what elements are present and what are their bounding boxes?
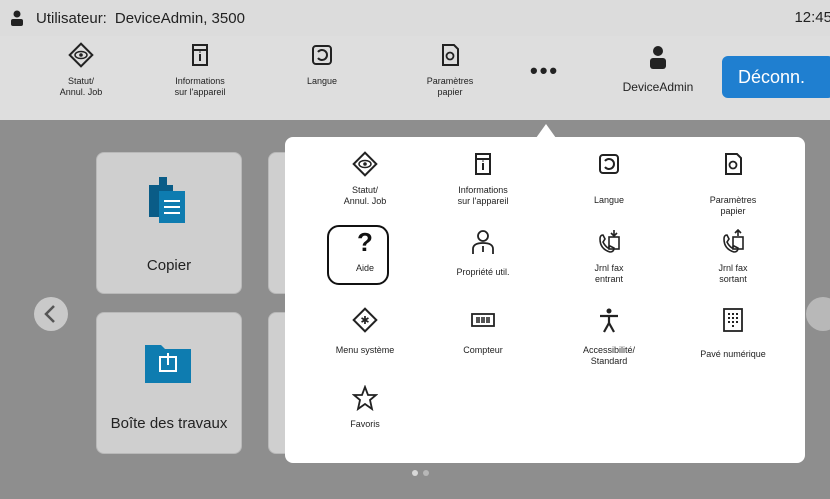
menu-item-language[interactable]: Langue xyxy=(549,151,669,206)
menu-item-label: Informations xyxy=(458,185,508,195)
menu-item-favorites[interactable]: Favoris xyxy=(305,385,425,430)
device-info-icon xyxy=(192,44,208,66)
toolbar-language[interactable]: Langue xyxy=(277,42,367,87)
menu-item-fax-in-log[interactable]: Jrnl fax entrant xyxy=(549,229,669,285)
chevron-left-icon xyxy=(44,305,55,323)
next-page-button[interactable] xyxy=(806,297,830,331)
popup-pointer xyxy=(536,124,556,138)
svg-text:✱: ✱ xyxy=(360,314,369,327)
user-name: DeviceAdmin, 3500 xyxy=(114,9,245,27)
accessibility-icon xyxy=(600,308,618,333)
menu-item-label: Annul. Job xyxy=(343,196,387,206)
page-dot xyxy=(423,470,429,476)
device-info-icon xyxy=(475,153,491,175)
menu-item-label: Standard xyxy=(590,356,628,366)
menu-item-label: sur l'appareil xyxy=(457,196,509,206)
toolbar-status-job-cancel[interactable]: Statut/Annul. Job xyxy=(36,42,126,98)
user-property-icon xyxy=(472,230,494,254)
logout-button[interactable]: Déconn. xyxy=(722,56,830,98)
page-dot xyxy=(412,470,418,476)
menu-item-label: Compteur xyxy=(463,345,503,355)
tile-label: Copier xyxy=(146,257,192,274)
more-button[interactable]: ••• xyxy=(530,60,559,82)
fax-in-log-icon xyxy=(599,230,620,253)
copy-icon xyxy=(149,177,185,223)
toolbar-item-label: Informations xyxy=(175,76,225,86)
language-icon xyxy=(599,154,619,174)
clock: 12:45 xyxy=(794,9,830,26)
menu-item-fax-out-log[interactable]: Jrnl fax sortant xyxy=(673,229,793,285)
eye-icon xyxy=(352,151,378,177)
user-label: Utilisateur: xyxy=(36,9,107,27)
paper-settings-icon xyxy=(725,153,742,175)
tile-label: Boîte des travaux xyxy=(110,415,228,432)
menu-item-label: sortant xyxy=(719,274,747,284)
folder-icon xyxy=(145,345,191,383)
user-icon xyxy=(650,46,666,69)
toolbar-item-label: Statut/ xyxy=(67,76,94,86)
menu-item-label: Paramètres xyxy=(709,195,757,205)
toolbar-item-label: Paramètres xyxy=(426,76,474,86)
help-highlight-outline xyxy=(327,225,389,285)
language-icon xyxy=(312,45,332,65)
eye-icon xyxy=(68,42,94,68)
menu-item-label: Menu système xyxy=(335,345,395,355)
toolbar-item-label: sur l'appareil xyxy=(174,87,226,97)
toolbar-item-label: Langue xyxy=(306,76,338,86)
admin-user-button[interactable]: DeviceAdmin xyxy=(608,44,708,94)
counter-icon xyxy=(471,313,495,327)
menu-item-label: Propriété util. xyxy=(456,267,510,277)
menu-item-device-info[interactable]: Informations sur l'appareil xyxy=(423,151,543,207)
quick-toolbar: Statut/Annul. Job Informations sur l'appa… xyxy=(0,36,830,120)
keypad-icon xyxy=(723,308,743,332)
admin-user-label: DeviceAdmin xyxy=(622,80,694,94)
toolbar-item-label: Annul. Job xyxy=(59,87,103,97)
more-menu-popup: Statut/Annul. Job Informations sur l'appa… xyxy=(285,137,805,463)
menu-item-label: Pavé numérique xyxy=(700,349,766,359)
copy-tile[interactable]: Copier xyxy=(96,152,242,294)
job-box-tile[interactable]: Boîte des travaux xyxy=(96,312,242,454)
menu-item-label: Langue xyxy=(593,195,625,205)
menu-item-status-job-cancel[interactable]: Statut/Annul. Job xyxy=(305,151,425,207)
fax-out-log-icon xyxy=(723,229,744,253)
star-icon xyxy=(352,385,378,411)
toolbar-paper-settings[interactable]: Paramètres papier xyxy=(405,42,495,98)
status-bar: Utilisateur: DeviceAdmin, 3500 12:45 xyxy=(0,0,830,36)
menu-item-paper-settings[interactable]: Paramètres papier xyxy=(673,151,793,217)
menu-item-label: papier xyxy=(720,206,746,216)
prev-page-button[interactable] xyxy=(34,297,68,331)
menu-item-label: Jrnl fax xyxy=(594,263,624,273)
screen: Utilisateur: DeviceAdmin, 3500 12:45 Sta… xyxy=(0,0,830,499)
system-menu-icon: ✱ xyxy=(352,307,378,333)
user-icon xyxy=(11,10,23,26)
menu-item-counter[interactable]: Compteur xyxy=(423,307,543,356)
menu-item-label: Statut/ xyxy=(351,185,378,195)
menu-item-keypad[interactable]: Pavé numérique xyxy=(673,307,793,360)
menu-item-system-menu[interactable]: ✱ Menu système xyxy=(305,307,425,356)
menu-item-label: Favoris xyxy=(350,419,380,429)
page-indicator xyxy=(412,470,429,476)
toolbar-item-label: papier xyxy=(437,87,463,97)
menu-item-label: entrant xyxy=(594,274,624,284)
paper-settings-icon xyxy=(442,44,459,66)
menu-item-label: Accessibilité/ xyxy=(582,345,636,355)
menu-item-accessibility[interactable]: Accessibilité/Standard xyxy=(549,307,669,367)
menu-item-user-property[interactable]: Propriété util. xyxy=(423,229,543,278)
menu-item-label: Jrnl fax xyxy=(718,263,748,273)
toolbar-device-info[interactable]: Informations sur l'appareil xyxy=(155,42,245,98)
